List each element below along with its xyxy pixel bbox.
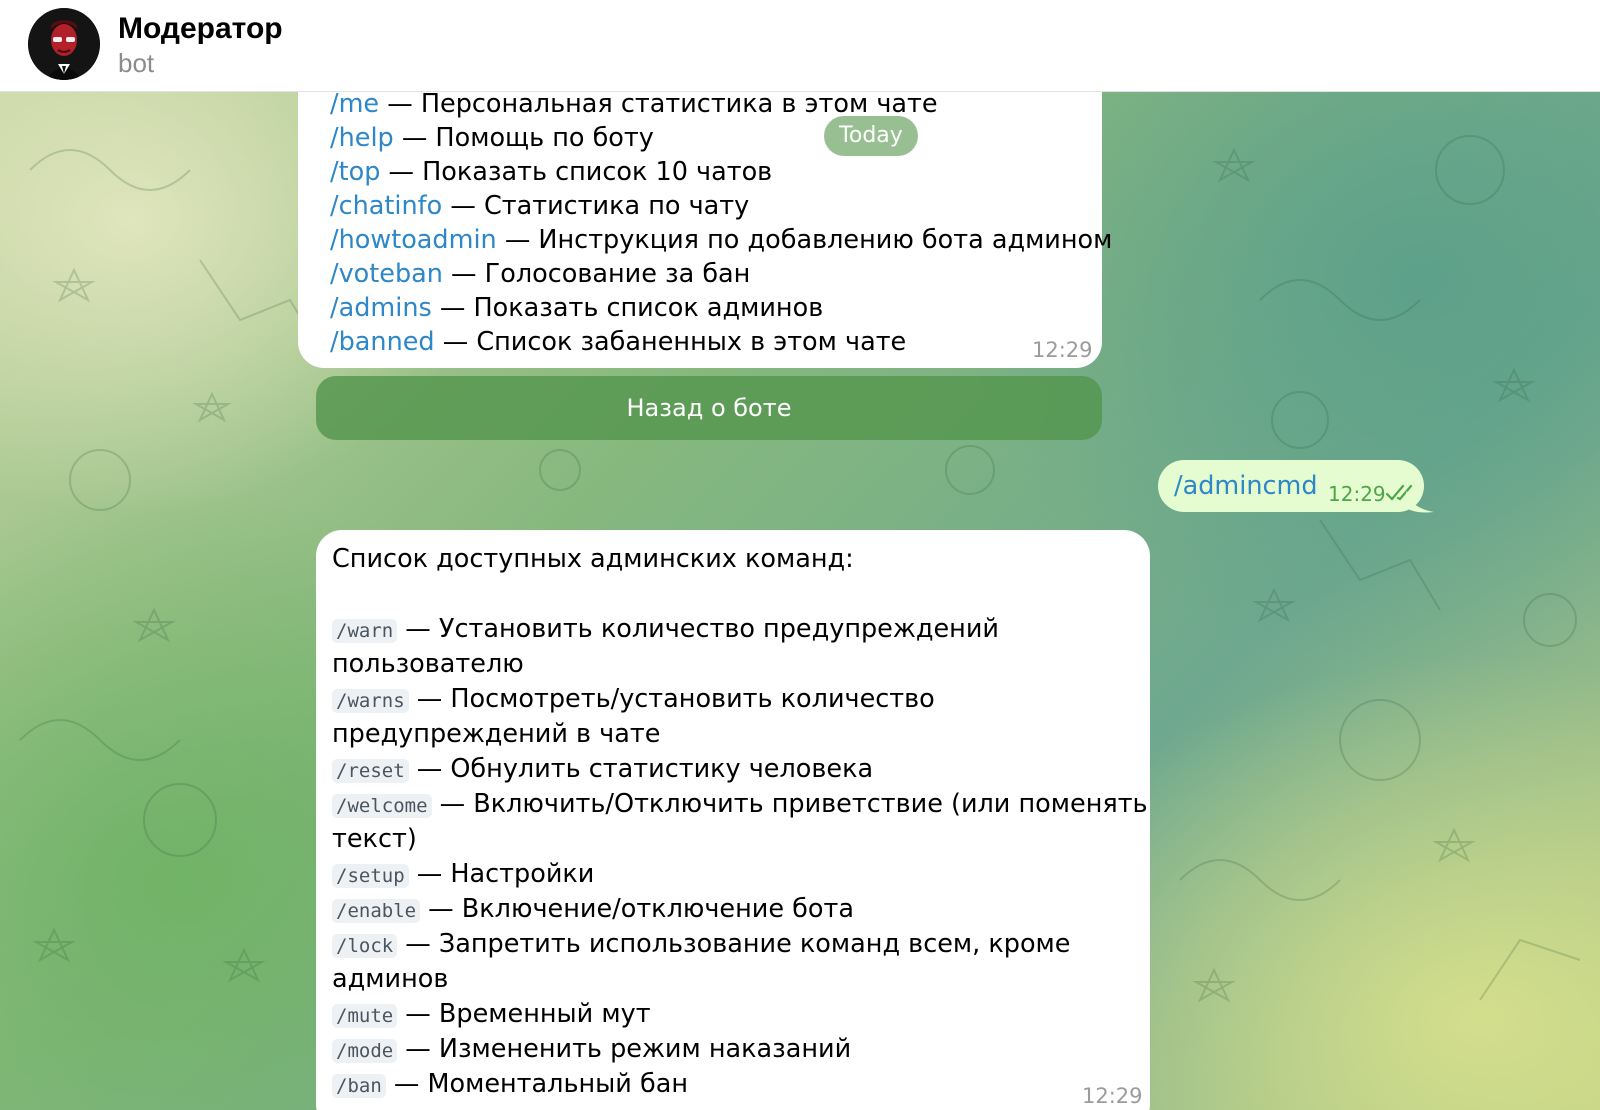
command-line: /ban — Моментальный бан [332,1067,1150,1102]
command-line: /welcome — Включить/Отключить приветстви… [332,787,1150,822]
command-link[interactable]: /me [330,89,379,119]
command-line: /mode — Измененить режим наказаний [332,1032,1150,1067]
command-link[interactable]: /admins [330,293,432,323]
command-line-cont: пользователю [332,649,524,679]
incoming-message-bubble: /me — Персональная статистика в этом чат… [298,70,1113,368]
outgoing-bubble-tail [1406,490,1434,513]
command-line: /voteban — Голосование за бан [330,259,751,289]
command-link[interactable]: /chatinfo [330,191,442,221]
command-line: /top — Показать список 10 чатов [330,157,773,187]
command-line-cont: предупреждений в чате [332,719,661,749]
incoming-message-bubble: Список доступных админских команд: /warn… [316,530,1150,1110]
command-line: /admins — Показать список админов [330,293,824,323]
command-line: /me — Персональная статистика в этом чат… [330,89,938,119]
command-link[interactable]: /help [330,123,394,153]
command-code[interactable]: /warns [332,689,409,713]
command-code[interactable]: /reset [332,759,409,783]
command-code[interactable]: /mode [332,1039,398,1063]
command-line: /chatinfo — Статистика по чату [330,191,750,221]
command-code[interactable]: /ban [332,1074,386,1098]
masked-figure-avatar-icon[interactable] [28,8,100,80]
back-about-bot-button[interactable]: Назад о боте [316,376,1102,440]
command-line: /setup — Настройки [332,857,1150,892]
command-line-cont: текст) [332,824,417,854]
command-code[interactable]: /warn [332,619,398,643]
chat-header[interactable]: Модератор bot [0,0,1600,92]
command-line: /mute — Временный мут [332,997,1150,1032]
command-code[interactable]: /welcome [332,794,432,818]
command-line: /banned — Список забаненных в этом чате [330,327,907,357]
message-time: 12:29 [1082,1084,1143,1108]
command-link[interactable]: /top [330,157,380,187]
outgoing-message-text[interactable]: /admincmd [1174,471,1318,501]
command-code[interactable]: /mute [332,1004,398,1028]
command-line-cont: админов [332,964,449,994]
command-line: /help — Помощь по боту [330,123,654,153]
command-code[interactable]: /lock [332,934,398,958]
command-line: /reset — Обнулить статистику человека [332,752,1150,787]
command-line: /lock — Запретить использование команд в… [332,927,1150,962]
message-time: 12:29 [1328,482,1386,506]
command-line: /howtoadmin — Инструкция по добавлению б… [330,225,1113,255]
command-line: /warns — Посмотреть/установить количеств… [332,682,1150,717]
command-code[interactable]: /setup [332,864,409,888]
command-link[interactable]: /voteban [330,259,443,289]
chat-subtitle: bot [118,48,155,78]
command-code[interactable]: /enable [332,899,421,923]
command-line: /enable — Включение/отключение бота [332,892,1150,927]
command-line: /warn — Установить количество предупрежд… [332,612,1150,647]
outgoing-message-bubble: /admincmd 12:29 [1158,460,1424,512]
message-title: Список доступных админских команд: [332,544,854,574]
chat-title: Модератор [118,12,283,45]
message-time: 12:29 [1032,338,1093,362]
command-link[interactable]: /banned [330,327,435,357]
date-separator: Today [824,116,918,156]
command-link[interactable]: /howtoadmin [330,225,497,255]
